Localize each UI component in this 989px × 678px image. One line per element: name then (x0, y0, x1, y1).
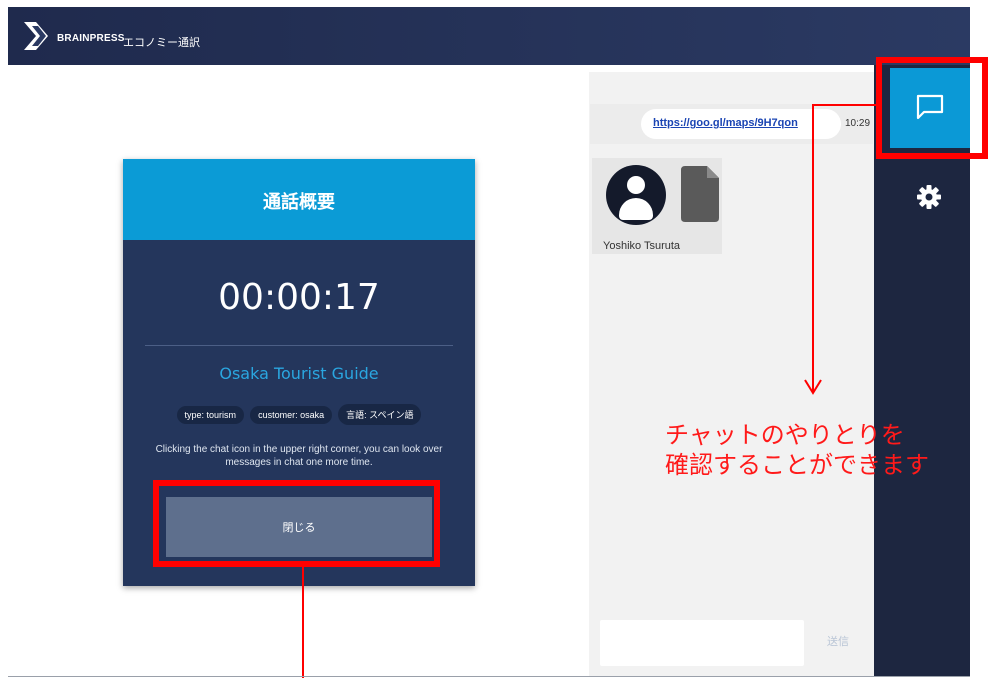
chat-username: Yoshiko Tsuruta (603, 240, 681, 252)
annotation-arrow-icon (804, 379, 822, 395)
guide-name: Osaka Tourist Guide (219, 364, 379, 383)
divider (145, 345, 453, 346)
annotation-line-1: チャットのやりとりを (665, 421, 905, 449)
annotation-text: チャットのやりとりを 確認することができます (665, 420, 929, 480)
gear-icon[interactable] (915, 183, 943, 211)
avatar-head (627, 176, 645, 194)
annotation-line-close (302, 567, 304, 678)
tag-customer: customer: osaka (250, 406, 333, 424)
modal-title: 通話概要 (263, 192, 335, 213)
brand-name: BRAINPRESS (57, 33, 125, 44)
tag-type: type: tourism (176, 406, 245, 424)
tag-language: 言語: スペイン語 (338, 404, 422, 425)
app-subtitle: エコノミー通訳 (123, 36, 200, 49)
highlight-close-button (153, 480, 440, 567)
annotation-line-2: 確認することができます (665, 451, 929, 479)
chat-input[interactable] (600, 620, 804, 666)
avatar (606, 165, 666, 225)
bottom-border (8, 676, 970, 677)
chat-message-time: 10:29 (845, 118, 871, 129)
call-duration: 00:00:17 (218, 277, 380, 318)
modal-description: Clicking the chat icon in the upper righ… (155, 444, 443, 468)
brainpress-logo-icon (24, 22, 48, 50)
avatar-body (619, 198, 653, 220)
chat-message-link[interactable]: https://goo.gl/maps/9H7qon (653, 117, 798, 129)
file-icon[interactable] (681, 166, 719, 222)
annotation-line-h (812, 104, 876, 106)
annotation-line-v (812, 104, 814, 392)
highlight-chat-icon (876, 57, 988, 159)
tag-list: type: tourism customer: osaka 言語: スペイン語 (123, 404, 475, 425)
send-button[interactable]: 送信 (808, 628, 868, 656)
top-bar: BRAINPRESS エコノミー通訳 (8, 7, 970, 65)
modal-header: 通話概要 (123, 159, 475, 240)
